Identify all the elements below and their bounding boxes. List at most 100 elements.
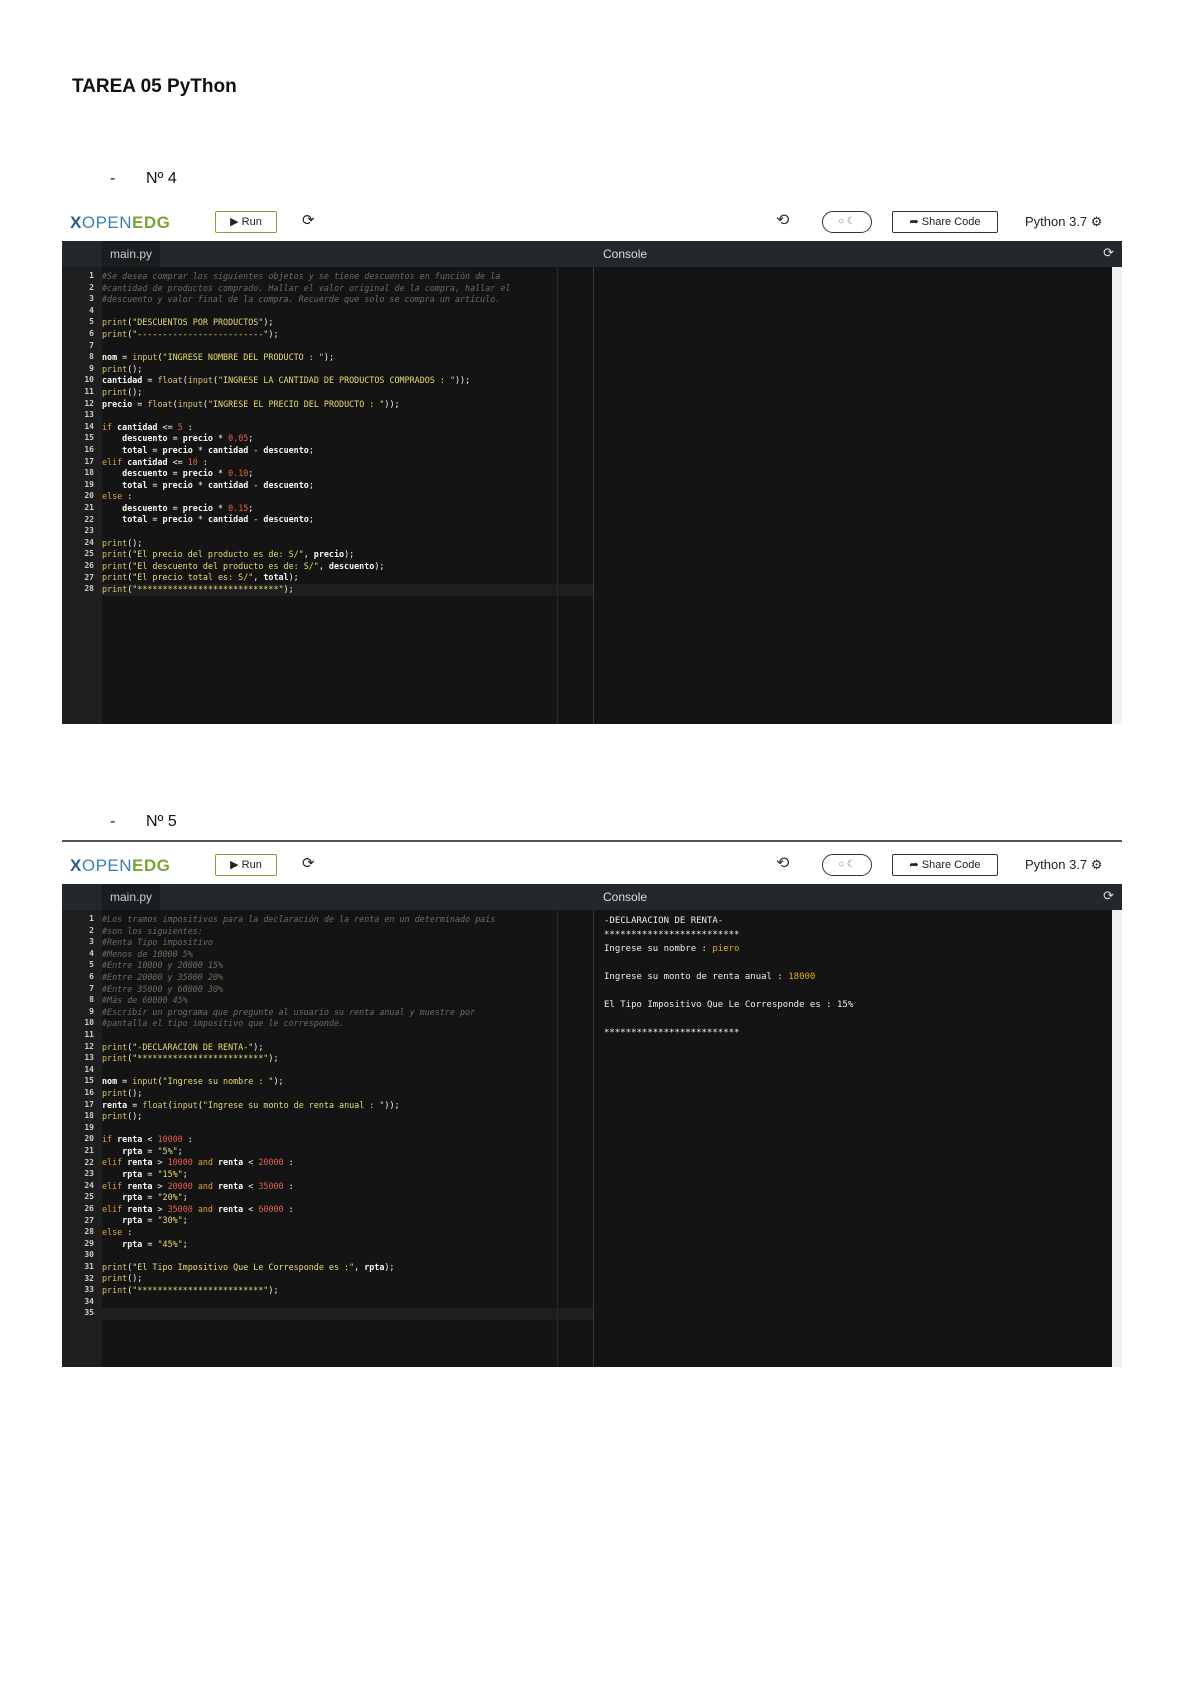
code-token: ;: [182, 1238, 188, 1249]
line-number: 17: [84, 456, 94, 466]
code-line: #son los siguientes:: [102, 926, 593, 938]
code-token: rpta: [122, 1238, 143, 1249]
code-line: descuento = precio * 0.15;: [102, 503, 593, 515]
line-number: 13: [84, 410, 94, 420]
line-number: 26: [84, 561, 94, 570]
line-number: 35: [84, 1308, 94, 1318]
code-token: float: [147, 398, 173, 409]
console-output[interactable]: -DECLARACION DE RENTA- ******************…: [594, 910, 1112, 1367]
file-tab-main-py[interactable]: main.py: [102, 241, 161, 267]
code-token: *: [212, 433, 229, 444]
code-token: =: [142, 1215, 158, 1226]
code-token: #Se desea comprar los siguientes objetos…: [102, 271, 501, 281]
code-line: nom = input("Ingrese su nombre : ");: [102, 1076, 593, 1088]
code-token: input: [132, 352, 158, 363]
code-token: ();: [127, 537, 143, 548]
code-token: input: [172, 1099, 198, 1110]
code-line: print();: [102, 1273, 593, 1285]
line-number: 11: [84, 1030, 94, 1039]
run-button[interactable]: ▶ Run: [215, 854, 277, 876]
code-token: =: [147, 444, 163, 455]
code-token: print: [102, 363, 128, 374]
line-number: 23: [84, 1169, 94, 1179]
code-token: "INGRESE LA CANTIDAD DE PRODUCTOS COMPRA…: [218, 375, 455, 386]
line-number: 15: [84, 433, 94, 443]
console-scrollbar[interactable]: [1112, 267, 1122, 724]
code-line: elif renta > 20000 and renta < 35000 :: [102, 1181, 593, 1193]
code-line: rpta = "30%";: [102, 1215, 593, 1227]
code-line: print();: [102, 538, 593, 550]
code-line: print("El Tipo Impositivo Que Le Corresp…: [102, 1262, 593, 1274]
code-token: #Renta Tipo impositivo: [102, 937, 213, 948]
line-number: 5: [89, 317, 94, 327]
code-line: rpta = "20%";: [102, 1192, 593, 1204]
code-token: *: [192, 514, 208, 525]
code-token: and: [192, 1157, 219, 1168]
code-token: >: [152, 1180, 168, 1191]
code-editor[interactable]: #Los tramos impositivos para la declarac…: [102, 910, 593, 1367]
share-code-button[interactable]: ➦ Share Code: [892, 211, 998, 233]
code-token: float: [142, 1099, 168, 1110]
gear-icon[interactable]: ⚙: [1091, 214, 1103, 229]
theme-toggle[interactable]: ○ ☾: [822, 211, 872, 233]
console-scrollbar[interactable]: [1112, 910, 1122, 1367]
console-refresh-icon[interactable]: ⟳: [1103, 888, 1114, 904]
console-output[interactable]: [594, 267, 1112, 724]
code-token: ();: [127, 1273, 143, 1284]
code-token: 0.05: [228, 433, 249, 444]
code-line: else :: [102, 491, 593, 503]
reload-icon[interactable]: ⟳: [302, 211, 315, 229]
language-selector[interactable]: Python 3.7 ⚙: [1025, 857, 1102, 873]
code-token: #cantidad de productos comprado. Hallar …: [102, 282, 511, 293]
line-number: 19: [84, 479, 94, 489]
language-selector[interactable]: Python 3.7 ⚙: [1025, 214, 1102, 230]
console-user-input: 18000: [788, 972, 816, 982]
code-token: ;: [248, 468, 254, 479]
rotate-layout-icon[interactable]: ⟲: [776, 853, 789, 873]
code-line: elif renta > 35000 and renta < 60000 :: [102, 1204, 593, 1216]
run-button[interactable]: ▶ Run: [215, 211, 277, 233]
theme-toggle[interactable]: ○ ☾: [822, 854, 872, 876]
code-token: rpta: [122, 1169, 143, 1180]
code-token: "15%": [157, 1169, 183, 1180]
code-token: rpta: [122, 1145, 143, 1156]
code-token: float: [157, 375, 183, 386]
line-number: 34: [84, 1296, 94, 1306]
code-token: print: [102, 572, 128, 583]
line-number: 31: [84, 1262, 94, 1271]
code-token: "El precio del producto es de: S/": [132, 549, 304, 560]
code-editor[interactable]: #Se desea comprar los siguientes objetos…: [102, 267, 593, 724]
line-number: 27: [84, 572, 94, 582]
section-label-5: - Nº 5: [110, 813, 177, 831]
code-token: *: [212, 468, 229, 479]
code-token: precio: [313, 549, 345, 560]
code-token: 10000: [167, 1157, 193, 1168]
console-refresh-icon[interactable]: ⟳: [1103, 245, 1114, 261]
line-number: 16: [84, 445, 94, 454]
reload-icon[interactable]: ⟳: [302, 854, 315, 872]
code-token: print: [102, 1087, 128, 1098]
rotate-layout-icon[interactable]: ⟲: [776, 210, 789, 230]
code-token: =: [147, 514, 163, 525]
code-line: nom = input("INGRESE NOMBRE DEL PRODUCTO…: [102, 352, 593, 364]
code-token: );: [273, 1076, 284, 1087]
line-number: 10: [84, 375, 94, 385]
file-tab-main-py[interactable]: main.py: [102, 884, 161, 910]
share-code-button[interactable]: ➦ Share Code: [892, 854, 998, 876]
gear-icon[interactable]: ⚙: [1091, 857, 1103, 872]
code-token: nom: [102, 352, 118, 363]
line-number: 25: [84, 549, 94, 559]
code-token: and: [192, 1180, 219, 1191]
code-token: elif: [102, 456, 128, 467]
code-token: ;: [182, 1215, 188, 1226]
code-token: descuento: [328, 560, 375, 571]
code-token: <=: [157, 421, 178, 432]
code-token: );: [268, 1053, 279, 1064]
code-token: print: [102, 386, 128, 397]
line-number: 26: [84, 1204, 94, 1213]
line-number: 20: [84, 1134, 94, 1144]
code-token: precio: [182, 468, 213, 479]
code-line: rpta = "45%";: [102, 1239, 593, 1251]
